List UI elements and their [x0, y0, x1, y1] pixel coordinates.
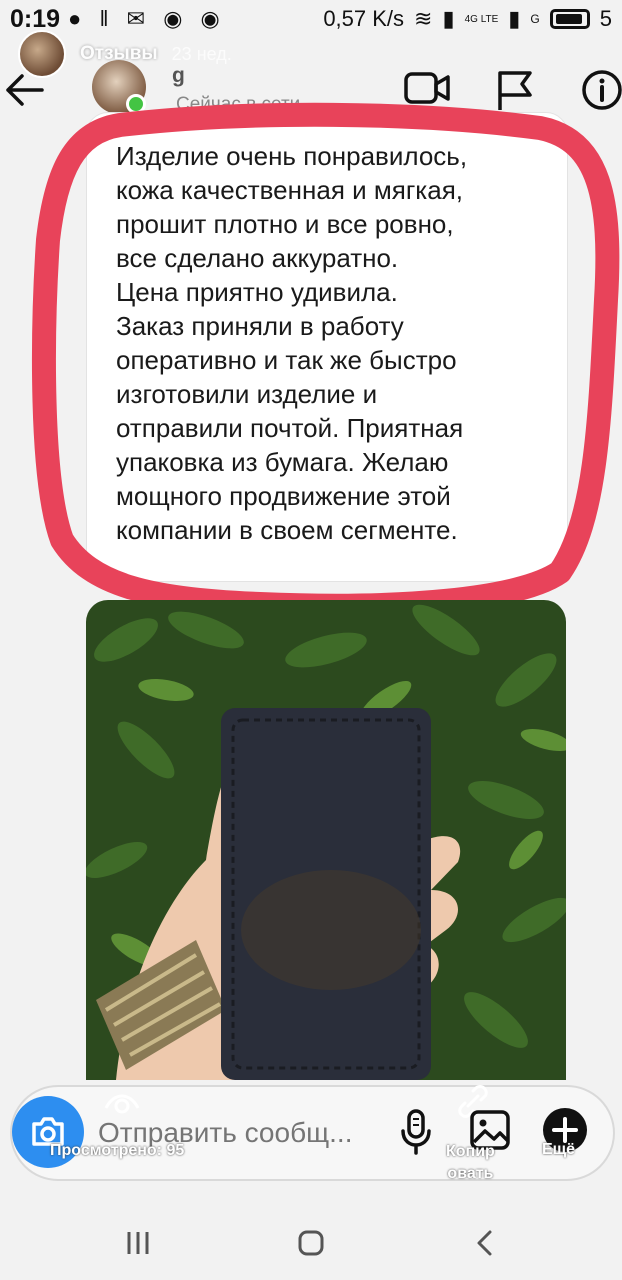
- signal-icon: ▮: [442, 6, 455, 31]
- message-line: Изделие очень понравилось,: [116, 141, 468, 171]
- flag-icon[interactable]: [494, 68, 536, 112]
- message-text: Изделие очень понравилось, кожа качестве…: [116, 139, 556, 547]
- message-line: отправили почтой. Приятная: [116, 413, 464, 443]
- battery-level: 5: [599, 6, 612, 31]
- wallet-photo[interactable]: [86, 600, 566, 1080]
- message-line: компании в своем сегменте.: [116, 515, 458, 545]
- chat-title[interactable]: g: [172, 64, 185, 88]
- copy-label-line2: овать: [447, 1165, 494, 1182]
- lte-label: 4G LTE: [464, 13, 499, 25]
- video-call-icon[interactable]: [402, 68, 452, 108]
- more-label[interactable]: Ещё: [542, 1141, 575, 1159]
- message-line: прошит плотно и все ровно,: [116, 209, 454, 239]
- battery-icon: [549, 9, 590, 29]
- message-line: Заказ приняли в работу: [116, 311, 404, 341]
- copy-label-line1: Копир: [446, 1143, 495, 1160]
- status-right: 0,57 K/s ≋ ▮ 4G LTE ▮ G 5: [323, 6, 612, 32]
- message-line: Цена приятно удивила.: [116, 277, 398, 307]
- message-line: мощного продвижение этой: [116, 481, 451, 511]
- message-line: изготовили изделие и: [116, 379, 378, 409]
- message-line: кожа качественная и мягкая,: [116, 175, 464, 205]
- home-icon[interactable]: [296, 1228, 326, 1258]
- back-nav-icon[interactable]: [470, 1228, 500, 1258]
- microphone-icon[interactable]: [396, 1107, 436, 1157]
- signal-icon-2: ▮: [508, 6, 521, 31]
- network-speed: 0,57 K/s: [323, 6, 405, 31]
- copy-label[interactable]: Копир овать: [446, 1141, 495, 1185]
- online-indicator: [126, 94, 146, 114]
- recents-icon[interactable]: [123, 1228, 153, 1258]
- eye-icon: [104, 1094, 140, 1114]
- notification-icons: ● ‖ ✉ ◉ ◉: [68, 6, 226, 31]
- message-line: оперативно и так же быстро: [116, 345, 457, 375]
- message-line: все сделано аккуратно.: [116, 243, 399, 273]
- message-line: упаковка из бумага. Желаю: [116, 447, 449, 477]
- back-arrow-icon[interactable]: [2, 68, 46, 112]
- info-icon[interactable]: [580, 68, 622, 112]
- views-count: Просмотрено: 95: [50, 1142, 185, 1159]
- network-label: G: [530, 12, 540, 26]
- wifi-icon: ≋: [414, 6, 433, 31]
